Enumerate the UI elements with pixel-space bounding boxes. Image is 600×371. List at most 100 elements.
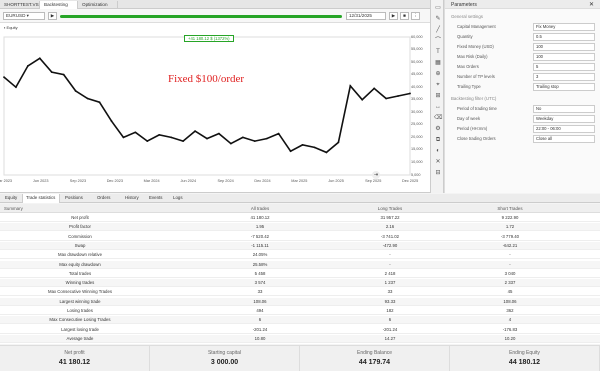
table-row: Largest winning trade 108.06 93.33 108.06: [0, 297, 600, 306]
window-tab-backtesting[interactable]: Backtesting: [40, 1, 78, 9]
results-tab[interactable]: Trade statistics: [22, 194, 60, 203]
results-tab[interactable]: Logs: [170, 194, 188, 203]
table-row: Largest losing trade -201.24 -201.24 -176.8…: [0, 326, 600, 334]
drawing-tool-icon[interactable]: ⚙: [434, 125, 442, 133]
end-date-field[interactable]: 12/31/2025: [346, 12, 386, 20]
short-trades-value: 9 222.90: [501, 215, 519, 220]
table-row: Winning trades 3 574 1 237 2 337: [0, 279, 600, 288]
drawing-tool-icon[interactable]: ▭: [434, 4, 442, 12]
short-trades-value: 2 337: [504, 280, 516, 286]
parameter-label: Max Risk (Daily): [457, 54, 488, 59]
equity-point: [289, 150, 292, 153]
short-trades-value: 1.72: [505, 224, 515, 230]
results-tab[interactable]: Equity: [2, 194, 20, 203]
x-tick-label: Mar 2023: [0, 179, 13, 183]
all-trades-value: 24.05%: [252, 252, 268, 258]
drawing-tool-icon[interactable]: ⊞: [434, 92, 442, 100]
equity-chart-svg: [3, 36, 411, 176]
x-tick-label: Sep 2024: [217, 179, 234, 183]
window-tab-strategy[interactable]: SHORTTEST.VS: [0, 1, 40, 9]
metric-label: Total trades: [68, 270, 92, 276]
equity-point: [397, 95, 399, 97]
parameter-value-field[interactable]: Close all: [533, 135, 595, 143]
metric-label: Largest losing trade: [61, 326, 99, 332]
drawing-tool-icon[interactable]: ⧉: [434, 136, 442, 144]
results-tab[interactable]: History: [122, 194, 144, 203]
y-tick-label: 30,000: [411, 109, 423, 114]
table-row: Max Consecutive Winning Trades 33 33 45: [0, 288, 600, 297]
drawing-tool-icon[interactable]: ✕: [434, 158, 442, 166]
long-trades-value: -: [389, 252, 391, 258]
parameter-label: Period (HH:mm): [457, 126, 488, 131]
equity-point: [409, 92, 411, 95]
y-tick-label: 50,000: [411, 59, 423, 64]
ending-equity-card: Ending Equity 44 180.12: [450, 345, 600, 371]
long-trades-value: -3 741.02: [380, 233, 400, 239]
parameter-value-field[interactable]: 100: [533, 43, 595, 51]
more-icon[interactable]: ⋮: [411, 12, 420, 20]
all-trades-value: 6: [258, 317, 262, 323]
metric-label: Max Consecutive Losing Trades: [49, 317, 111, 323]
drawing-tool-icon[interactable]: ✎: [434, 15, 442, 23]
parameter-value-field[interactable]: Fix Money: [533, 23, 595, 31]
play-button[interactable]: ▶: [389, 12, 398, 20]
parameter-value-field[interactable]: No: [533, 105, 595, 113]
equity-point: [38, 57, 41, 60]
drawing-tool-icon[interactable]: ⌖: [434, 81, 442, 89]
window-tab-optimization[interactable]: Optimization: [78, 1, 118, 9]
drawing-tool-icon[interactable]: ⊕: [434, 70, 442, 78]
profit-badge: +41 180.12 $ (1372%): [184, 35, 234, 42]
card-label: Net profit: [64, 350, 85, 356]
equity-point: [277, 132, 280, 135]
table-row: Max equity drawdown 25.58% - -: [0, 260, 600, 269]
table-corner: Summary: [4, 206, 23, 211]
symbol-value: EURUSD: [6, 13, 26, 18]
equity-point: [265, 137, 268, 140]
parameter-value-field[interactable]: 0.5: [533, 33, 595, 41]
drawing-tool-icon[interactable]: T: [434, 48, 442, 56]
parameter-value-field[interactable]: 5: [533, 63, 595, 71]
short-trades-value: -: [509, 252, 511, 258]
short-trades-value: 10.20: [504, 335, 516, 341]
parameter-value-field[interactable]: 3: [533, 73, 595, 81]
close-icon[interactable]: ✕: [589, 1, 594, 8]
all-trades-value: 5 458: [254, 270, 266, 276]
play-icon[interactable]: ▶: [48, 12, 57, 20]
drawing-tool-icon[interactable]: ↔: [434, 103, 442, 111]
drawing-tool-icon[interactable]: ▦: [434, 59, 442, 67]
equity-point: [229, 142, 232, 145]
symbol-select[interactable]: EURUSD ▾: [3, 12, 45, 20]
results-tab[interactable]: Events: [146, 194, 168, 203]
y-tick-label: 10,000: [411, 160, 423, 164]
scroll-right-icon[interactable]: ⇥: [372, 171, 380, 179]
parameter-value-field[interactable]: Trailing stop: [533, 83, 595, 91]
drawing-tool-icon[interactable]: ⊟: [434, 169, 442, 177]
results-tab[interactable]: Orders: [94, 194, 120, 203]
table-row: Swap -1 115.11 -472.90 -642.21: [0, 241, 600, 250]
long-trades-value: 33: [387, 289, 393, 295]
equity-point: [301, 143, 304, 146]
window-tab-bar: SHORTTEST.VS Backtesting Optimization: [0, 0, 430, 9]
long-trades-value: 2.16: [385, 224, 395, 230]
long-trades-value: 182: [386, 308, 394, 313]
drawing-tool-icon[interactable]: ◐: [434, 147, 442, 155]
parameter-value-field[interactable]: Weekday: [533, 115, 595, 123]
net-profit-card: Net profit 41 180.12: [0, 345, 150, 371]
equity-point: [158, 133, 161, 136]
results-tab-label: Orders: [97, 195, 111, 200]
parameter-value-field[interactable]: 22:00 - 06:00: [533, 125, 595, 133]
parameter-value-field[interactable]: 100: [533, 53, 595, 61]
results-tab[interactable]: Positions: [62, 194, 92, 203]
drawing-tool-icon[interactable]: ⌒: [434, 37, 442, 45]
drawing-tool-icon[interactable]: ⌫: [434, 114, 442, 122]
backtest-progress-bar[interactable]: [60, 15, 342, 18]
equity-chart[interactable]: ▪ Equity +41 180.12 $ (1372%) Fixed $100…: [0, 23, 430, 193]
equity-point: [74, 90, 77, 92]
results-tab-label: Equity: [5, 195, 18, 200]
card-value: 41 180.12: [58, 359, 91, 366]
y-tick-label: 5,000: [411, 172, 421, 177]
all-trades-value: 41 180.12: [250, 215, 270, 220]
stop-button[interactable]: ■: [400, 12, 409, 20]
equity-point: [146, 140, 149, 143]
drawing-tool-icon[interactable]: ╱: [434, 26, 442, 34]
